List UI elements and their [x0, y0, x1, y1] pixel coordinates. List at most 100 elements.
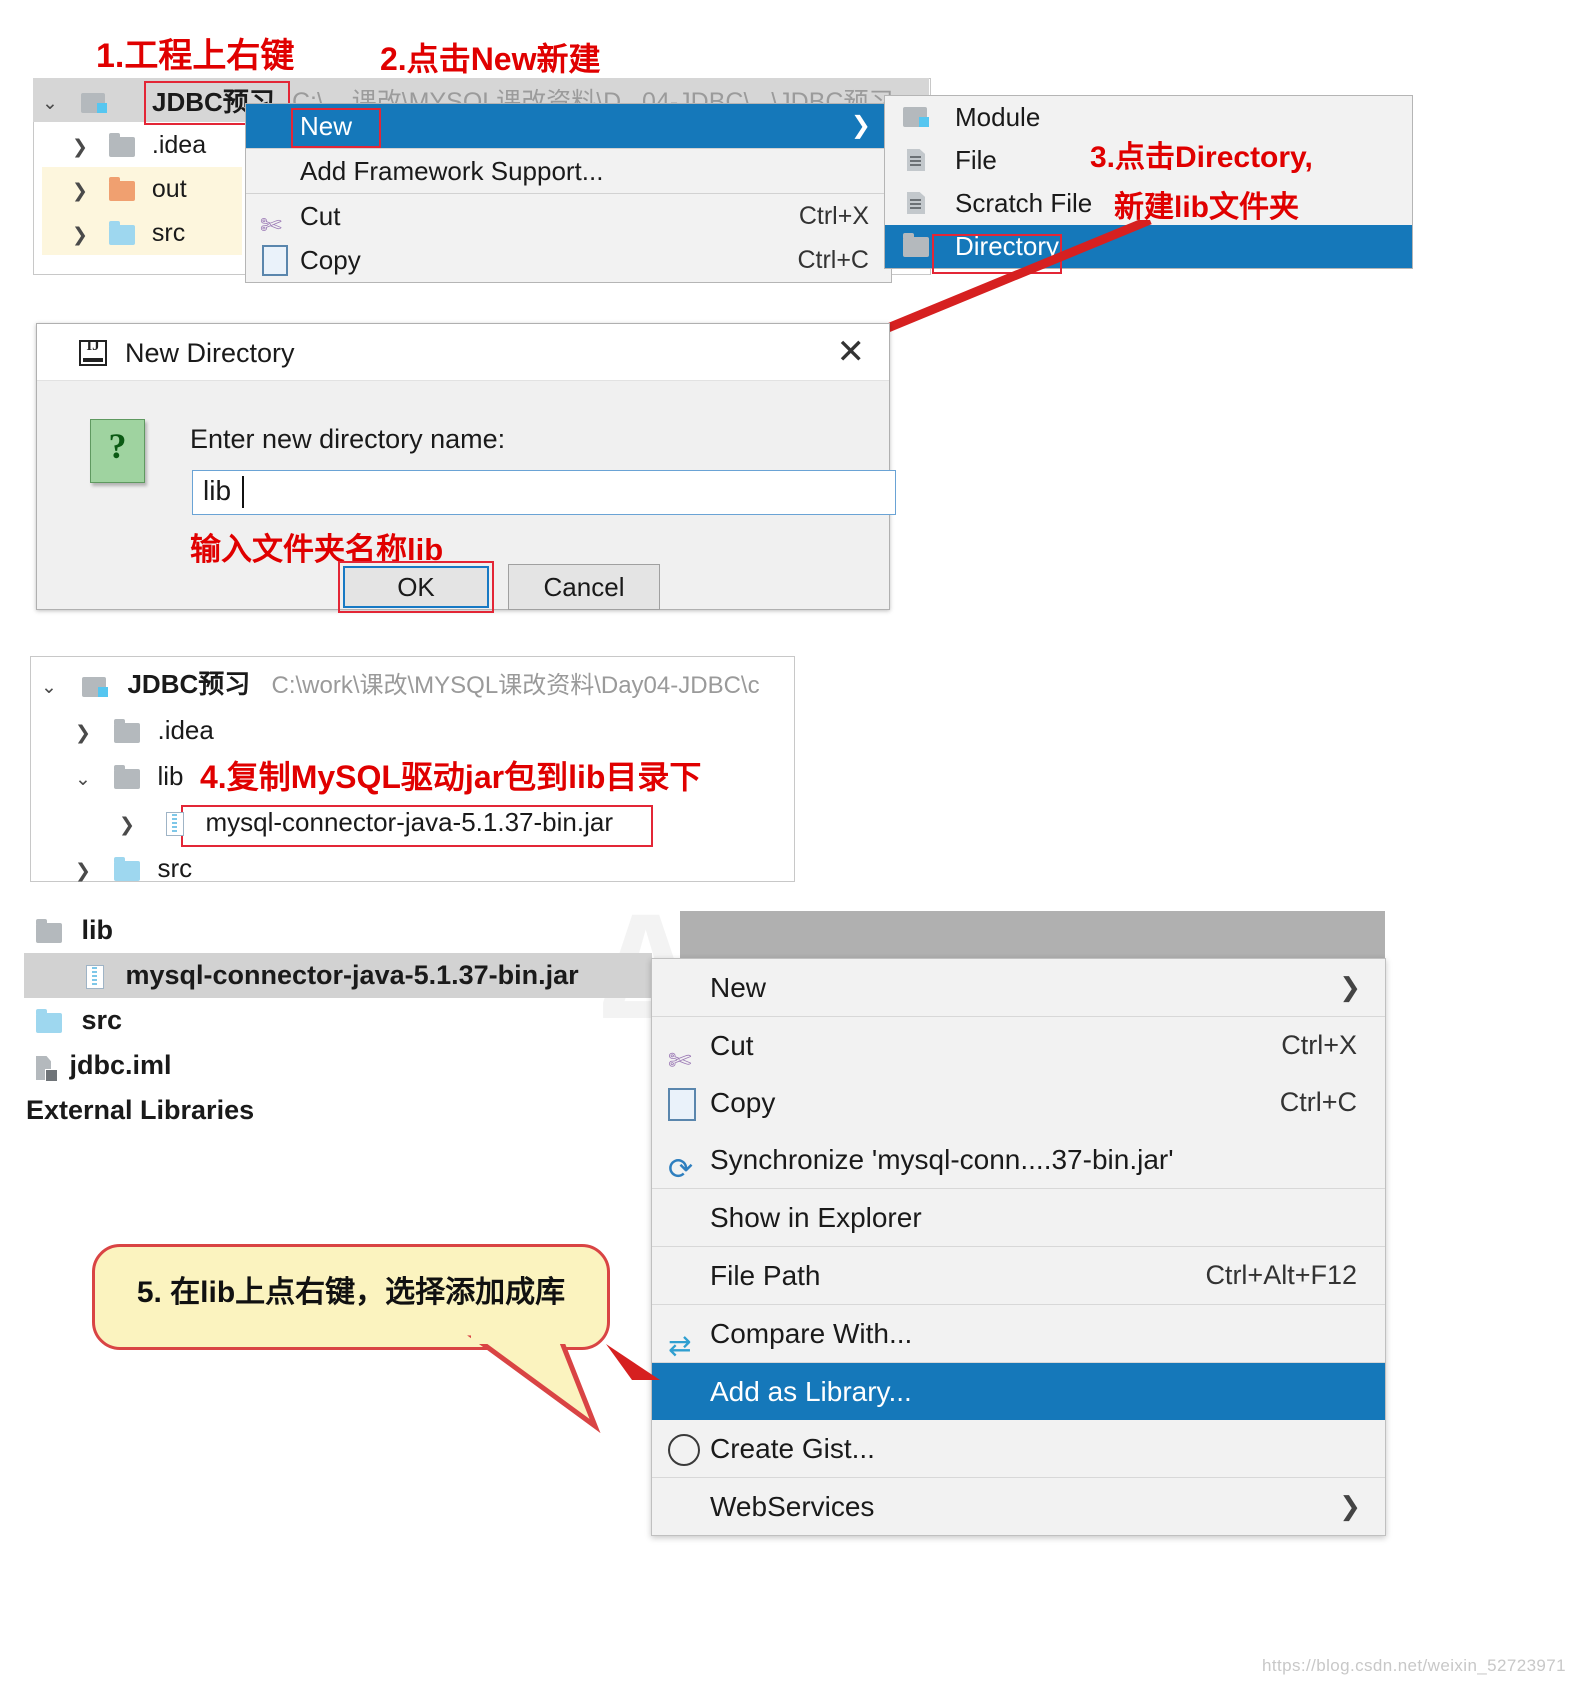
file-list-item-iml[interactable]: jdbc.iml: [24, 1043, 652, 1088]
ok-button-label: OK: [343, 566, 489, 608]
menu-item-label: Copy: [300, 245, 361, 275]
menu-item-add-framework-support[interactable]: Add Framework Support...: [246, 149, 891, 193]
menu2-item-compare-with[interactable]: ⇄ Compare With...: [652, 1305, 1385, 1362]
menu-item-label: Show in Explorer: [710, 1202, 922, 1233]
tree-item-label: out: [151, 175, 187, 203]
scratch-file-icon: [907, 192, 925, 214]
menu2-item-copy[interactable]: Copy Ctrl+C: [652, 1074, 1385, 1131]
tree-item-src[interactable]: ❯ src: [42, 211, 242, 255]
callout-arrow-tip: [606, 1344, 660, 1380]
chevron-right-icon[interactable]: ❯: [75, 724, 91, 743]
chevron-right-icon[interactable]: ❯: [119, 816, 135, 835]
copy-icon: [262, 245, 288, 276]
tree2-item-idea[interactable]: ❯ .idea: [41, 707, 214, 753]
menu-item-label: Compare With...: [710, 1318, 913, 1349]
menu-item-label: Add Framework Support...: [300, 156, 604, 186]
menu-item-label: Cut: [710, 1030, 754, 1061]
file-list: lib mysql-connector-java-5.1.37-bin.jar …: [24, 908, 652, 1133]
tree2-item-jar[interactable]: ❯ mysql-connector-java-5.1.37-bin.jar: [41, 799, 653, 847]
directory-name-input[interactable]: lib: [192, 470, 896, 515]
folder-gray-icon: [108, 133, 135, 157]
ok-button[interactable]: OK: [338, 561, 494, 613]
github-icon: [668, 1434, 700, 1466]
chevron-right-icon[interactable]: ❯: [72, 226, 88, 245]
menu-item-accelerator: Ctrl+Alt+F12: [1205, 1260, 1357, 1290]
chevron-right-icon: ❯: [1339, 972, 1361, 1002]
iml-file-icon: [36, 1056, 58, 1082]
copy-icon: [668, 1088, 696, 1121]
directory-name-value: lib: [203, 475, 232, 506]
menu2-item-new[interactable]: New ❯: [652, 959, 1385, 1016]
folder-gray-icon: [114, 719, 141, 743]
menu2-item-create-gist[interactable]: Create Gist...: [652, 1420, 1385, 1477]
context-menu-jar[interactable]: New ❯ ✄ Cut Ctrl+X Copy Ctrl+C ⟳ Synchro…: [651, 958, 1386, 1536]
menu-item-label: Synchronize 'mysql-conn....37-bin.jar': [710, 1144, 1174, 1175]
dialog-label: Enter new directory name:: [190, 424, 506, 454]
jar-icon: [166, 812, 185, 836]
jar-icon: [86, 965, 104, 989]
question-icon: ?: [90, 419, 145, 483]
watermark-url: https://blog.csdn.net/weixin_52723971: [1261, 1656, 1566, 1675]
menu2-item-webservices[interactable]: WebServices ❯: [652, 1478, 1385, 1535]
file-list-item-external-libraries[interactable]: External Libraries: [24, 1088, 652, 1133]
menu-item-label: Add as Library...: [710, 1376, 912, 1407]
folder-orange-icon: [108, 177, 135, 201]
folder-blue-icon: [36, 1009, 62, 1033]
chevron-down-icon[interactable]: ⌄: [41, 678, 57, 697]
annotation-step-3-line1: 3.点击Directory,: [1090, 141, 1313, 174]
tree-item-label: src: [151, 219, 186, 247]
tree2-root-label: JDBC预习: [127, 669, 251, 699]
annotation-step-4: 4.复制MySQL驱动jar包到lib目录下: [200, 759, 702, 795]
menu2-item-show-in-explorer[interactable]: Show in Explorer: [652, 1189, 1385, 1246]
submenu-item-label: Module: [955, 102, 1041, 132]
menu-item-label: New: [710, 972, 767, 1003]
menu2-item-add-as-library[interactable]: Add as Library...: [652, 1363, 1385, 1420]
context-menu-header-band: [680, 911, 1385, 959]
folder-blue-icon: [114, 857, 141, 881]
tree2-item-label: lib: [157, 761, 184, 791]
tree2-item-src[interactable]: ❯ src: [41, 845, 192, 891]
menu-item-label: Create Gist...: [710, 1433, 875, 1464]
menu2-item-file-path[interactable]: File Path Ctrl+Alt+F12: [652, 1247, 1385, 1304]
file-list-item-label: lib: [81, 915, 114, 945]
file-list-item-label: jdbc.iml: [69, 1050, 172, 1080]
file-list-item-lib[interactable]: lib: [24, 908, 652, 953]
tree2-item-label: src: [157, 853, 193, 883]
menu-item-label: File Path: [710, 1260, 821, 1291]
folder-gray-icon: [114, 765, 141, 789]
submenu-item-label: Scratch File: [955, 188, 1093, 218]
chevron-right-icon[interactable]: ❯: [72, 138, 88, 157]
module-icon: [80, 93, 107, 113]
menu-item-label: Copy: [710, 1087, 776, 1118]
tree-root-row[interactable]: ⌄: [42, 79, 107, 123]
new-directory-dialog: New Directory ✕ ? Enter new directory na…: [36, 323, 896, 613]
file-list-item-jar[interactable]: mysql-connector-java-5.1.37-bin.jar: [24, 953, 652, 998]
tree-item-out[interactable]: ❯ out: [42, 167, 242, 211]
file-list-item-label: src: [81, 1005, 123, 1035]
file-list-item-label: External Libraries: [26, 1095, 255, 1125]
menu-item-accelerator: Ctrl+X: [1281, 1030, 1357, 1060]
chevron-right-icon: ❯: [850, 112, 871, 139]
file-list-item-src[interactable]: src: [24, 998, 652, 1043]
chevron-right-icon[interactable]: ❯: [72, 182, 88, 201]
chevron-down-icon[interactable]: ⌄: [42, 94, 58, 113]
dialog-titlebar: New Directory ✕: [37, 324, 889, 381]
intellij-idea-icon: [79, 338, 107, 366]
tree-item-idea[interactable]: ❯ .idea: [42, 123, 242, 167]
cancel-button[interactable]: Cancel: [508, 564, 660, 610]
menu2-item-cut[interactable]: ✄ Cut Ctrl+X: [652, 1017, 1385, 1076]
chevron-right-icon[interactable]: ❯: [75, 862, 91, 881]
menu2-item-synchronize[interactable]: ⟳ Synchronize 'mysql-conn....37-bin.jar': [652, 1131, 1385, 1188]
tree2-root-row[interactable]: ⌄ JDBC预习 C:\work\课改\MYSQL课改资料\Day04-JDBC…: [41, 661, 760, 707]
tree2-item-lib[interactable]: ⌄ lib: [41, 753, 183, 799]
file-icon: [907, 149, 925, 171]
annotation-box-jar: [181, 805, 653, 847]
chevron-down-icon[interactable]: ⌄: [75, 770, 91, 789]
dialog-title: New Directory: [125, 338, 295, 368]
close-icon[interactable]: ✕: [837, 332, 866, 372]
folder-gray-icon: [36, 919, 62, 943]
annotation-box-new: [291, 108, 381, 148]
module-icon: [903, 107, 929, 127]
menu-item-label: WebServices: [710, 1491, 875, 1522]
menu-item-label: Cut: [300, 201, 341, 231]
